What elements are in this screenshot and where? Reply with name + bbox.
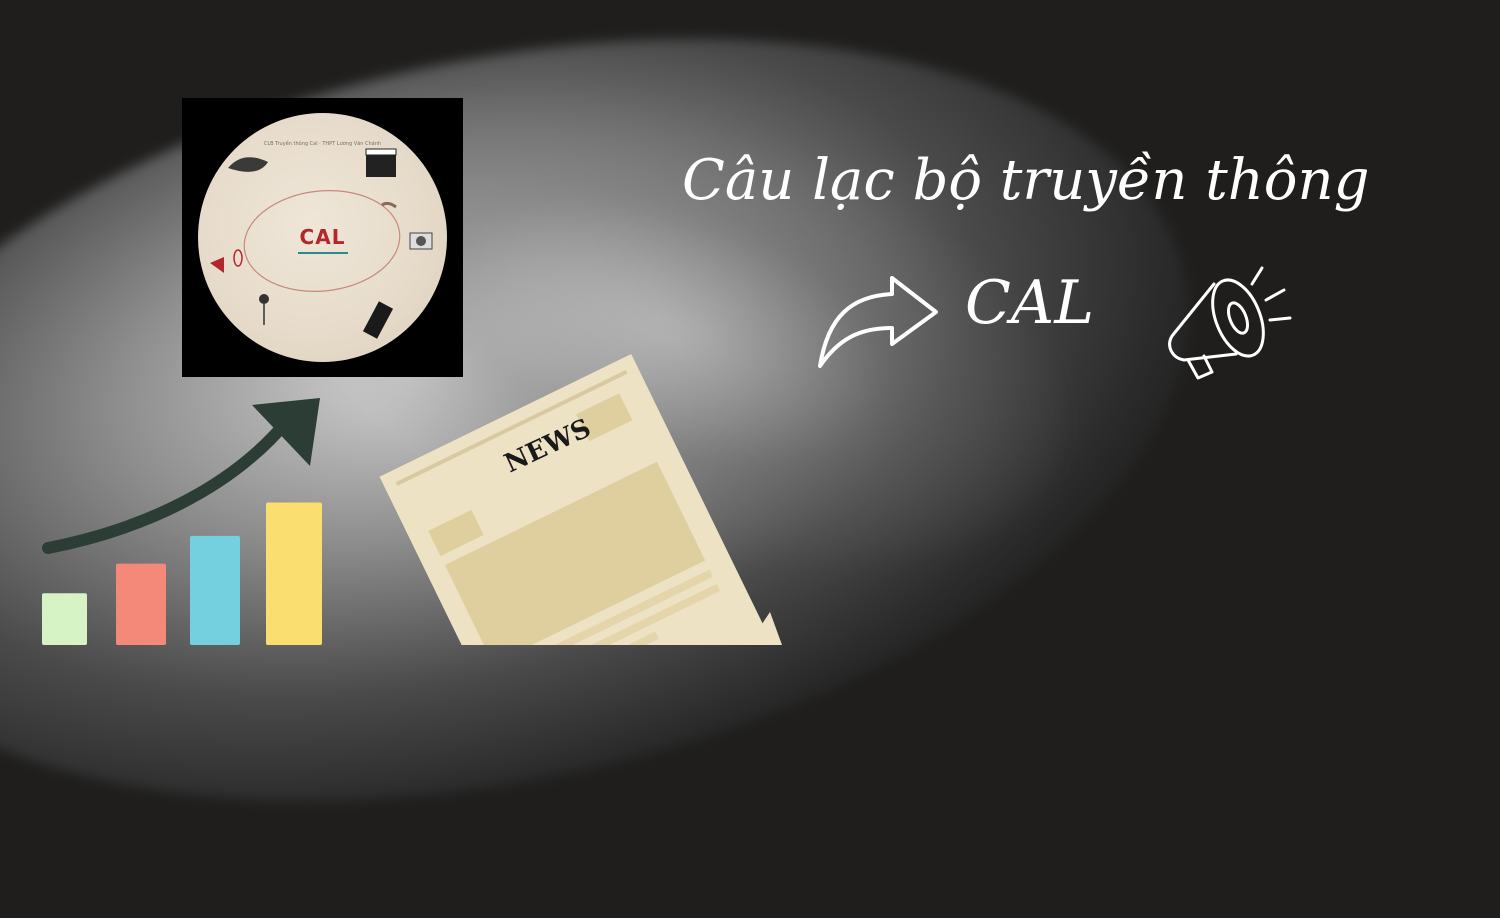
bar-chart-graphic [42, 502, 322, 645]
page-subheadline: CAL [965, 268, 1095, 338]
newspaper-icon [379, 354, 776, 645]
bar-2 [116, 563, 166, 645]
megaphone-icon [1168, 266, 1292, 380]
graphics-layer [42, 266, 1292, 645]
curved-arrow-icon [818, 276, 938, 368]
bar-1 [42, 593, 87, 645]
page-headline: Câu lạc bộ truyền thông [682, 148, 1370, 213]
bar-3 [190, 535, 240, 645]
bar-4 [266, 502, 322, 645]
